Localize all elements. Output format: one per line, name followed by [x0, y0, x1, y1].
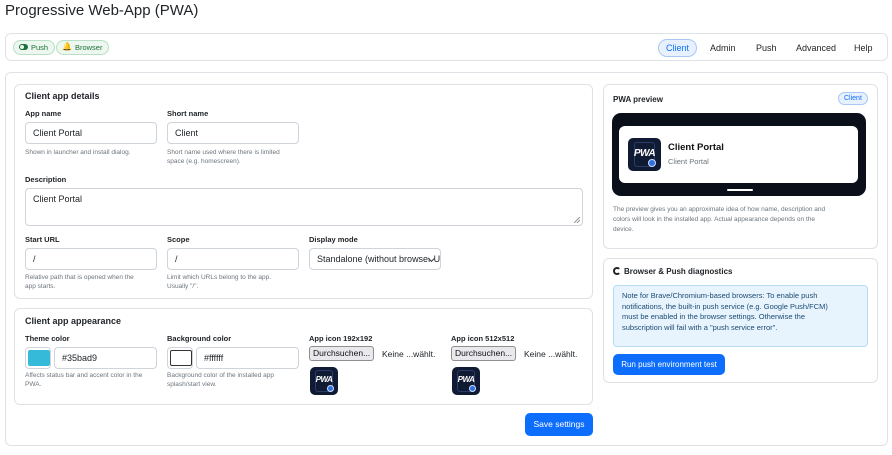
app-icon-512-file-status: Keine ...wählt.	[524, 349, 578, 359]
preview-app-name: Client Portal	[668, 142, 724, 153]
scope-help-line: Usually "/".	[167, 283, 199, 290]
app-icon-192-preview: PWA	[310, 367, 338, 395]
background-color-swatch	[170, 350, 192, 366]
display-mode-label: Display mode	[309, 235, 358, 244]
client-app-details-title: Client app details	[25, 91, 100, 101]
start-url-help-line: app starts.	[25, 283, 56, 290]
theme-color-input[interactable]: #35bad9	[54, 347, 157, 369]
bell-icon: 🔔	[62, 42, 72, 52]
background-color-picker[interactable]	[167, 347, 193, 369]
background-color-help-line: splash/start view.	[167, 381, 217, 388]
background-color-label: Background color	[167, 334, 232, 343]
start-url-label: Start URL	[25, 235, 60, 244]
description-text: Client Portal	[33, 194, 83, 204]
resize-grip-icon[interactable]	[574, 217, 580, 223]
display-mode-select[interactable]: Standalone (without browser UI)	[309, 248, 441, 270]
pwa-preview-help: The preview gives you an approximate ide…	[613, 205, 825, 235]
app-name-label: App name	[25, 109, 62, 118]
pwa-preview-badge: Client	[838, 92, 868, 105]
theme-color-swatch	[28, 350, 50, 366]
tab-admin[interactable]: Admin	[703, 39, 743, 57]
theme-color-picker[interactable]	[25, 347, 51, 369]
background-color-help: Background color of the installed app sp…	[167, 371, 274, 389]
client-app-appearance-title: Client app appearance	[25, 316, 122, 326]
short-name-help-line: Short name used where there is limited	[167, 149, 280, 156]
note-line: must be enabled in the browser settings.…	[622, 312, 806, 321]
status-badge-push-label: Push	[31, 43, 49, 52]
pwa-preview-title: PWA preview	[613, 95, 663, 104]
theme-color-help-line: PWA.	[25, 381, 42, 388]
description-textarea[interactable]: Client Portal	[25, 188, 583, 226]
save-settings-button[interactable]: Save settings	[525, 413, 593, 436]
app-name-help: Shown in launcher and install dialog.	[25, 149, 131, 156]
pwa-icon-text: PWA	[457, 375, 475, 384]
background-color-help-line: Background color of the installed app	[167, 372, 274, 379]
short-name-help: Short name used where there is limited s…	[167, 148, 280, 166]
scope-help: Limit which URLs belong to the app. Usua…	[167, 273, 271, 291]
theme-color-label: Theme color	[25, 334, 70, 343]
lock-icon	[648, 159, 656, 167]
start-url-help-line: Relative path that is opened when the	[25, 274, 134, 281]
loader-icon	[613, 267, 621, 275]
tab-client[interactable]: Client	[658, 39, 698, 57]
note-line: Note for Brave/Chromium-based browsers: …	[622, 291, 818, 300]
scope-help-line: Limit which URLs belong to the app.	[167, 274, 272, 281]
short-name-input[interactable]: Client	[167, 122, 299, 144]
top-nav-bar: Push 🔔 Browser Client Admin Push Advanced…	[5, 33, 888, 61]
phone-mockup: PWA Client Portal Client Portal	[612, 113, 866, 196]
status-badge-browser: 🔔 Browser	[56, 40, 110, 55]
app-icon-192-browse-button[interactable]: Durchsuchen...	[309, 346, 375, 361]
tab-advanced[interactable]: Advanced	[789, 39, 843, 57]
pwa-preview-help-line: colors will look in the installed app. A…	[613, 216, 815, 223]
app-icon-512-browse-button[interactable]: Durchsuchen...	[451, 346, 517, 361]
app-icon-512-preview: PWA	[452, 367, 480, 395]
toggle-icon	[19, 44, 28, 51]
status-badge-browser-label: Browser	[74, 43, 103, 52]
lock-icon	[469, 385, 476, 392]
tab-push[interactable]: Push	[749, 39, 784, 57]
short-name-label: Short name	[167, 109, 209, 118]
description-label: Description	[25, 175, 67, 184]
scope-label: Scope	[167, 235, 190, 244]
display-mode-value: Standalone (without browser UI)	[317, 254, 441, 264]
run-push-test-button[interactable]: Run push environment test	[613, 354, 725, 375]
app-icon-192-file-status: Keine ...wählt.	[382, 349, 436, 359]
pwa-icon-text: PWA	[633, 148, 656, 159]
tab-help[interactable]: Help	[847, 39, 880, 57]
theme-color-help-line: Affects status bar and accent color in t…	[25, 372, 143, 379]
pwa-icon-text: PWA	[315, 375, 333, 384]
app-icon: PWA	[628, 138, 661, 171]
brave-push-note: Note for Brave/Chromium-based browsers: …	[613, 285, 868, 347]
background-color-input[interactable]: #ffffff	[196, 347, 299, 369]
scope-input[interactable]: /	[167, 248, 299, 270]
start-url-input[interactable]: /	[25, 248, 157, 270]
short-name-help-line: space (e.g. homescreen).	[167, 158, 241, 165]
pwa-preview-help-line: device.	[613, 226, 634, 233]
app-icon-192-label: App icon 192x192	[309, 334, 373, 343]
note-line: notifications, the built-in push service…	[622, 301, 828, 311]
diagnostics-title: Browser & Push diagnostics	[624, 267, 733, 276]
app-icon-512-label: App icon 512x512	[451, 334, 515, 343]
pwa-preview-help-line: The preview gives you an approximate ide…	[613, 206, 826, 213]
lock-icon	[327, 385, 334, 392]
status-badge-push: Push	[13, 40, 56, 55]
start-url-help: Relative path that is opened when the ap…	[25, 273, 134, 291]
theme-color-help: Affects status bar and accent color in t…	[25, 371, 142, 389]
install-card: PWA Client Portal Client Portal	[619, 126, 858, 183]
note-line: subscription will fail with a "push serv…	[622, 322, 778, 332]
app-name-input[interactable]: Client Portal	[25, 122, 157, 144]
page-title: Progressive Web-App (PWA)	[5, 2, 199, 19]
home-indicator	[727, 189, 753, 191]
preview-short-name: Client Portal	[668, 157, 709, 166]
